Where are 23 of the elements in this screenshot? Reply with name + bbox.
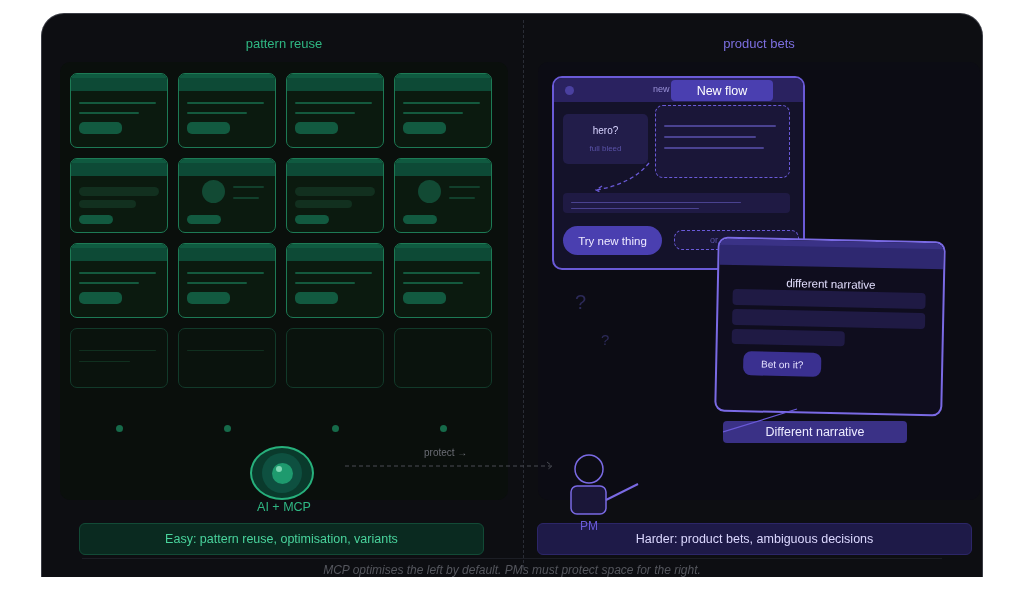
- column-title: pattern reuse: [244, 35, 324, 53]
- connector-label: protect →: [424, 447, 468, 458]
- person-label: PM: [579, 519, 599, 533]
- callout-label: Different narrative: [723, 421, 907, 443]
- bet-button[interactable]: Bet on it?: [742, 351, 822, 377]
- window-title: different narrative: [785, 276, 877, 293]
- window-dot-icon: [565, 86, 574, 95]
- column-title: product bets: [722, 35, 796, 53]
- caption: MCP optimises the left by default. PMs must protect space for the right.: [82, 558, 942, 577]
- dot-marker: [439, 425, 447, 432]
- agent-label: AI + MCP: [256, 500, 312, 514]
- summary-label: Easy: pattern reuse, optimisation, variants: [79, 523, 484, 555]
- dot-marker: [223, 425, 231, 432]
- new-flow-button[interactable]: New flow: [671, 80, 773, 101]
- tab-label: new: [653, 84, 670, 94]
- hero-box: hero? full bleed: [563, 114, 648, 164]
- try-new-thing-button[interactable]: Try new thing: [563, 226, 662, 255]
- question-mark: ?: [575, 292, 587, 312]
- person-icon: [570, 454, 640, 516]
- dot-marker: [115, 425, 123, 432]
- question-mark: ?: [601, 332, 610, 347]
- option-text: or: [710, 235, 718, 245]
- dot-marker: [331, 425, 339, 432]
